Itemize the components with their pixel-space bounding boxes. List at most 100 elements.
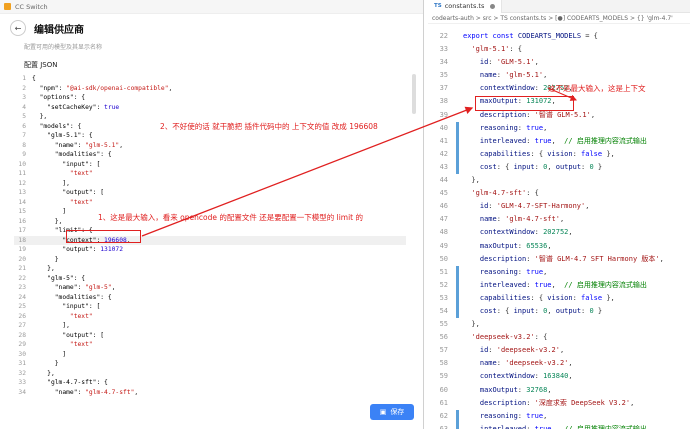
code-token: , <box>543 411 548 420</box>
json-line: 3 "options": { <box>14 93 406 103</box>
code-token: }, <box>602 293 615 302</box>
code-line: 41 interleaved: true, // 启用推理内容流式输出 <box>428 134 690 148</box>
line-text: "options": { <box>32 94 86 101</box>
code-token: } <box>593 162 603 171</box>
line-text: "input": [ <box>32 160 101 168</box>
line-number: 46 <box>439 202 448 211</box>
highlight-contextwindow-box <box>475 96 574 111</box>
code-token: maxOutput <box>479 241 518 250</box>
gutter-marker <box>456 240 459 253</box>
code-token: , <box>659 254 664 263</box>
code-token: : <box>572 149 582 158</box>
code-token: 163840 <box>543 372 569 381</box>
code-line: 51 reasoning: true, <box>428 265 690 279</box>
line-text: "text" <box>69 341 93 348</box>
line-text: "text" <box>69 170 93 177</box>
line-number: 45 <box>439 189 448 198</box>
code-line: 45 'glm-4.7-sft': { <box>428 187 690 200</box>
gutter-marker <box>456 318 459 331</box>
line-number: 18 <box>18 236 26 244</box>
code-token: input <box>513 306 535 315</box>
json-line: 1{ <box>14 74 406 84</box>
line-number: 10 <box>18 160 26 168</box>
code-token: 'deepseek-v3.2' <box>471 333 535 342</box>
json-line: 13 "output": [ <box>14 188 406 198</box>
line-number: 50 <box>439 254 448 263</box>
code-line: 57 id: 'deepseek-v3.2', <box>428 344 690 357</box>
line-number: 54 <box>439 306 448 315</box>
line-text: "modalities": { <box>32 397 112 398</box>
code-token: : <box>581 162 590 171</box>
json-line: 25 "input": [ <box>14 302 406 312</box>
code-token: = { <box>581 32 598 40</box>
line-text: "name": "glm-4.7-sft", <box>32 388 139 396</box>
app-title: CC Switch <box>15 2 48 11</box>
line-number: 30 <box>18 350 26 358</box>
code-line: 49 maxOutput: 65536, <box>428 240 690 253</box>
code-token: , <box>585 202 590 211</box>
line-number: 15 <box>18 208 26 215</box>
code-token: capabilities <box>479 149 531 158</box>
line-text: "name": "glm-5", <box>32 284 116 291</box>
save-button[interactable]: ▣ 保存 <box>370 404 414 420</box>
code-token: : { <box>530 293 548 302</box>
gutter-marker <box>456 187 459 200</box>
json-line: 35 "modalities": { <box>14 397 406 398</box>
line-text: "glm-4.7-sft": { <box>32 379 108 386</box>
line-number: 59 <box>439 372 448 381</box>
gutter-marker <box>456 213 459 226</box>
code-token: : <box>517 123 527 132</box>
line-number: 38 <box>439 97 448 106</box>
line-text: "text" <box>69 312 93 320</box>
code-token: description <box>479 398 527 407</box>
line-text: }, <box>32 113 48 120</box>
line-number: 11 <box>18 170 26 177</box>
gutter-marker <box>456 69 459 82</box>
code-token: description <box>479 254 527 263</box>
line-text: { <box>32 75 36 82</box>
code-line: 56 'deepseek-v3.2': { <box>428 331 690 344</box>
code-token: reasoning <box>479 411 518 420</box>
code-line: 63 interleaved: true, // 启用推理内容流式输出 <box>428 422 690 429</box>
gutter-marker <box>456 278 459 292</box>
json-line: 34 "name": "glm-4.7-sft", <box>14 388 406 398</box>
json-line: 9 "modalities": { <box>14 150 406 160</box>
json-line: 19 "output": 131072 <box>14 245 406 255</box>
editor-scrollbar[interactable] <box>412 74 416 114</box>
annotation-note-2: 2、不好使的话 就干脆把 插件代码中的 上下文的值 改成 196608 <box>160 122 378 131</box>
line-number: 28 <box>18 331 26 339</box>
code-token: const <box>492 32 518 40</box>
code-token: true <box>534 424 552 429</box>
breadcrumb[interactable]: codearts-auth > src > TS constants.ts > … <box>428 13 690 24</box>
editor-tabbar: TS constants.ts <box>428 0 690 13</box>
gutter-marker <box>456 200 459 213</box>
gutter-marker <box>456 357 459 370</box>
json-line: 26 "text" <box>14 312 406 322</box>
gutter-marker <box>456 253 459 266</box>
code-token: }, <box>463 320 480 329</box>
code-token: 'glm-4.7-sft' <box>471 189 527 198</box>
json-line: 21 }, <box>14 264 406 274</box>
line-number: 53 <box>439 293 448 302</box>
arrow-left-icon: ← <box>14 23 22 33</box>
line-text: "input": [ <box>32 303 101 310</box>
tab-constants-ts[interactable]: TS constants.ts <box>428 0 503 13</box>
gutter-marker <box>456 422 459 429</box>
code-line: 46 id: 'GLM-4.7-SFT-Harmony', <box>428 200 690 213</box>
code-token: interleaved <box>479 424 527 429</box>
line-text: "output": 131072 <box>32 246 123 253</box>
back-button[interactable]: ← <box>10 20 26 36</box>
modified-dot-icon[interactable] <box>490 3 496 9</box>
gutter-marker <box>456 226 459 239</box>
line-number: 40 <box>439 123 448 132</box>
json-line: 28 "output": [ <box>14 331 406 341</box>
code-line: 33 'glm-5.1': { <box>428 43 690 56</box>
code-token: 'deepseek-v3.2' <box>505 359 569 368</box>
line-text: }, <box>32 265 55 272</box>
